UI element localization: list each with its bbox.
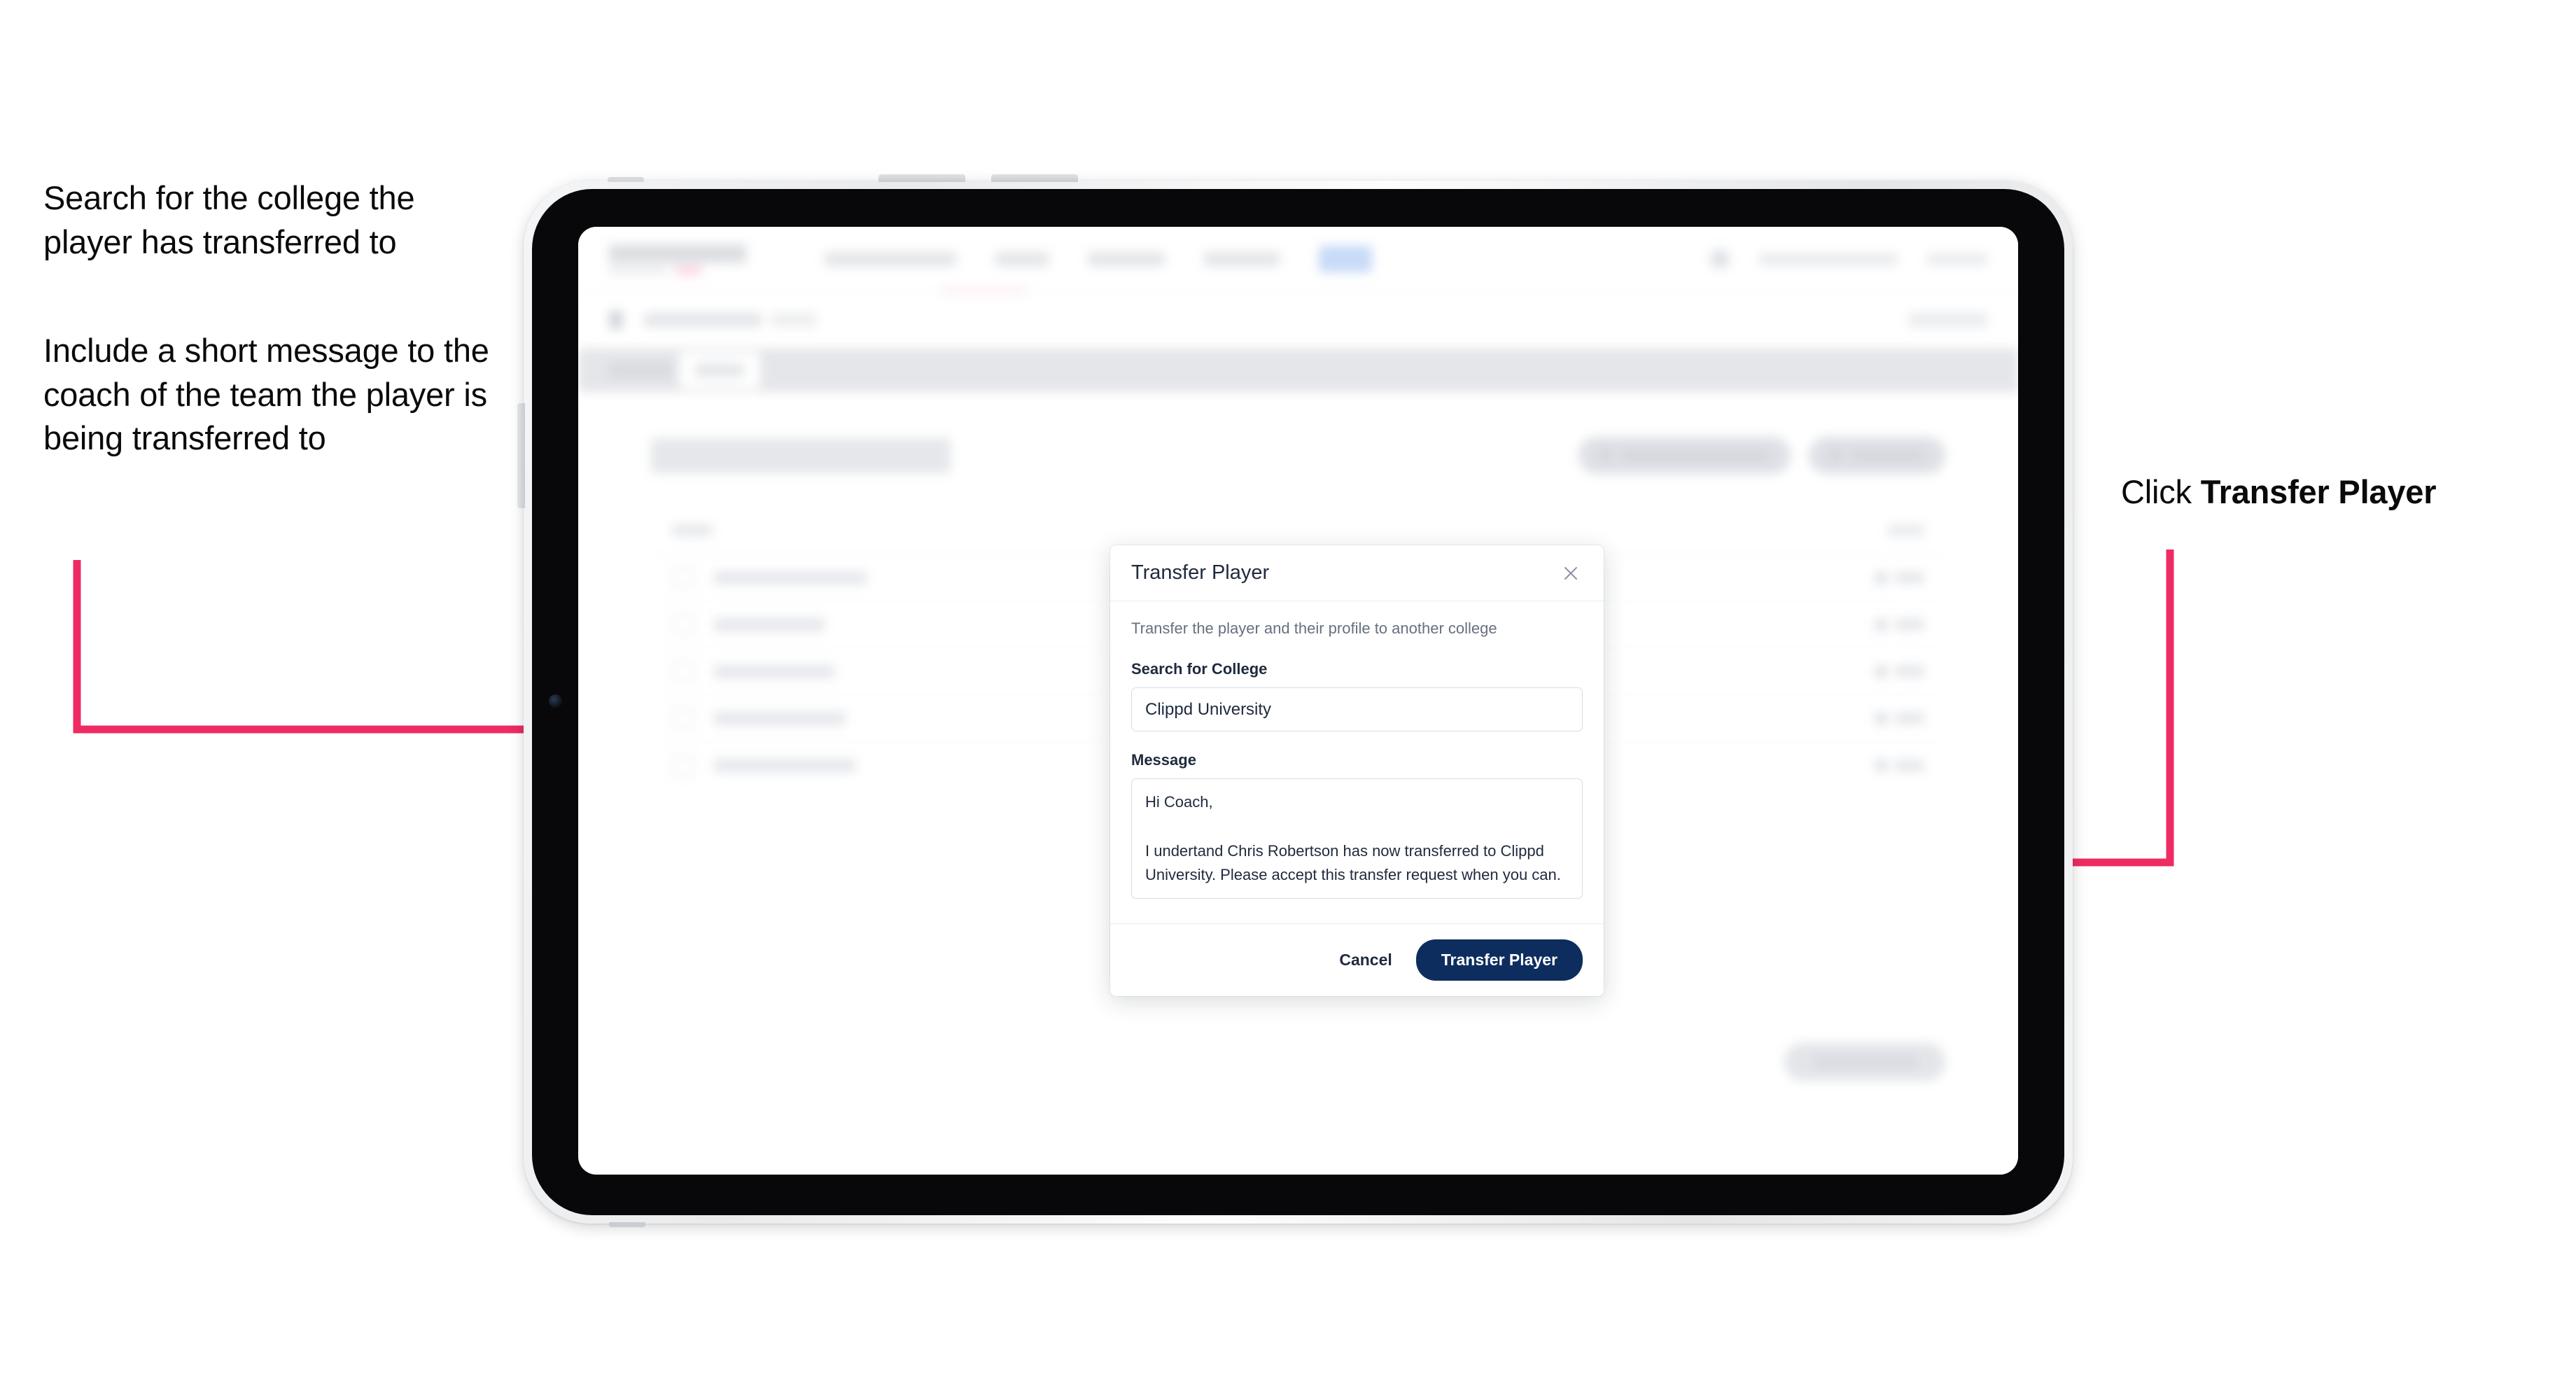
college-field-label: Search for College [1131,660,1268,678]
modal-body: Transfer the player and their profile to… [1110,601,1604,923]
front-camera-icon [549,694,562,708]
search-college-input[interactable] [1131,687,1583,732]
annotation-bold: Transfer Player [2200,473,2437,510]
message-textarea[interactable] [1131,778,1583,899]
microphone-slot [608,177,644,182]
transfer-player-modal: Transfer Player Transfer the player and … [1110,545,1604,996]
close-icon[interactable] [1559,561,1583,585]
annotation-prefix: Click [2121,473,2201,510]
power-button[interactable] [517,403,525,508]
modal-footer: Cancel Transfer Player [1110,923,1604,996]
tablet-screen: Transfer Player Transfer the player and … [578,227,2018,1175]
message-field-label: Message [1131,751,1196,769]
modal-title: Transfer Player [1131,561,1270,584]
field-spacer [1131,732,1583,751]
annotation-text-search-college: Search for the college the player has tr… [43,179,415,260]
volume-up-button[interactable] [878,174,965,182]
modal-subtitle: Transfer the player and their profile to… [1131,620,1497,637]
transfer-player-button[interactable]: Transfer Player [1415,939,1583,981]
modal-header: Transfer Player [1110,545,1604,601]
cancel-button[interactable]: Cancel [1335,944,1396,976]
volume-down-button[interactable] [991,174,1078,182]
tablet-device: Transfer Player Transfer the player and … [517,174,2073,1227]
annotation-text-include-message: Include a short message to the coach of … [43,332,489,456]
screenshot-canvas: Search for the college the player has tr… [0,0,2576,1386]
bottom-connector [609,1222,645,1227]
annotation-text-click-transfer: Click Transfer Player [2121,470,2555,514]
